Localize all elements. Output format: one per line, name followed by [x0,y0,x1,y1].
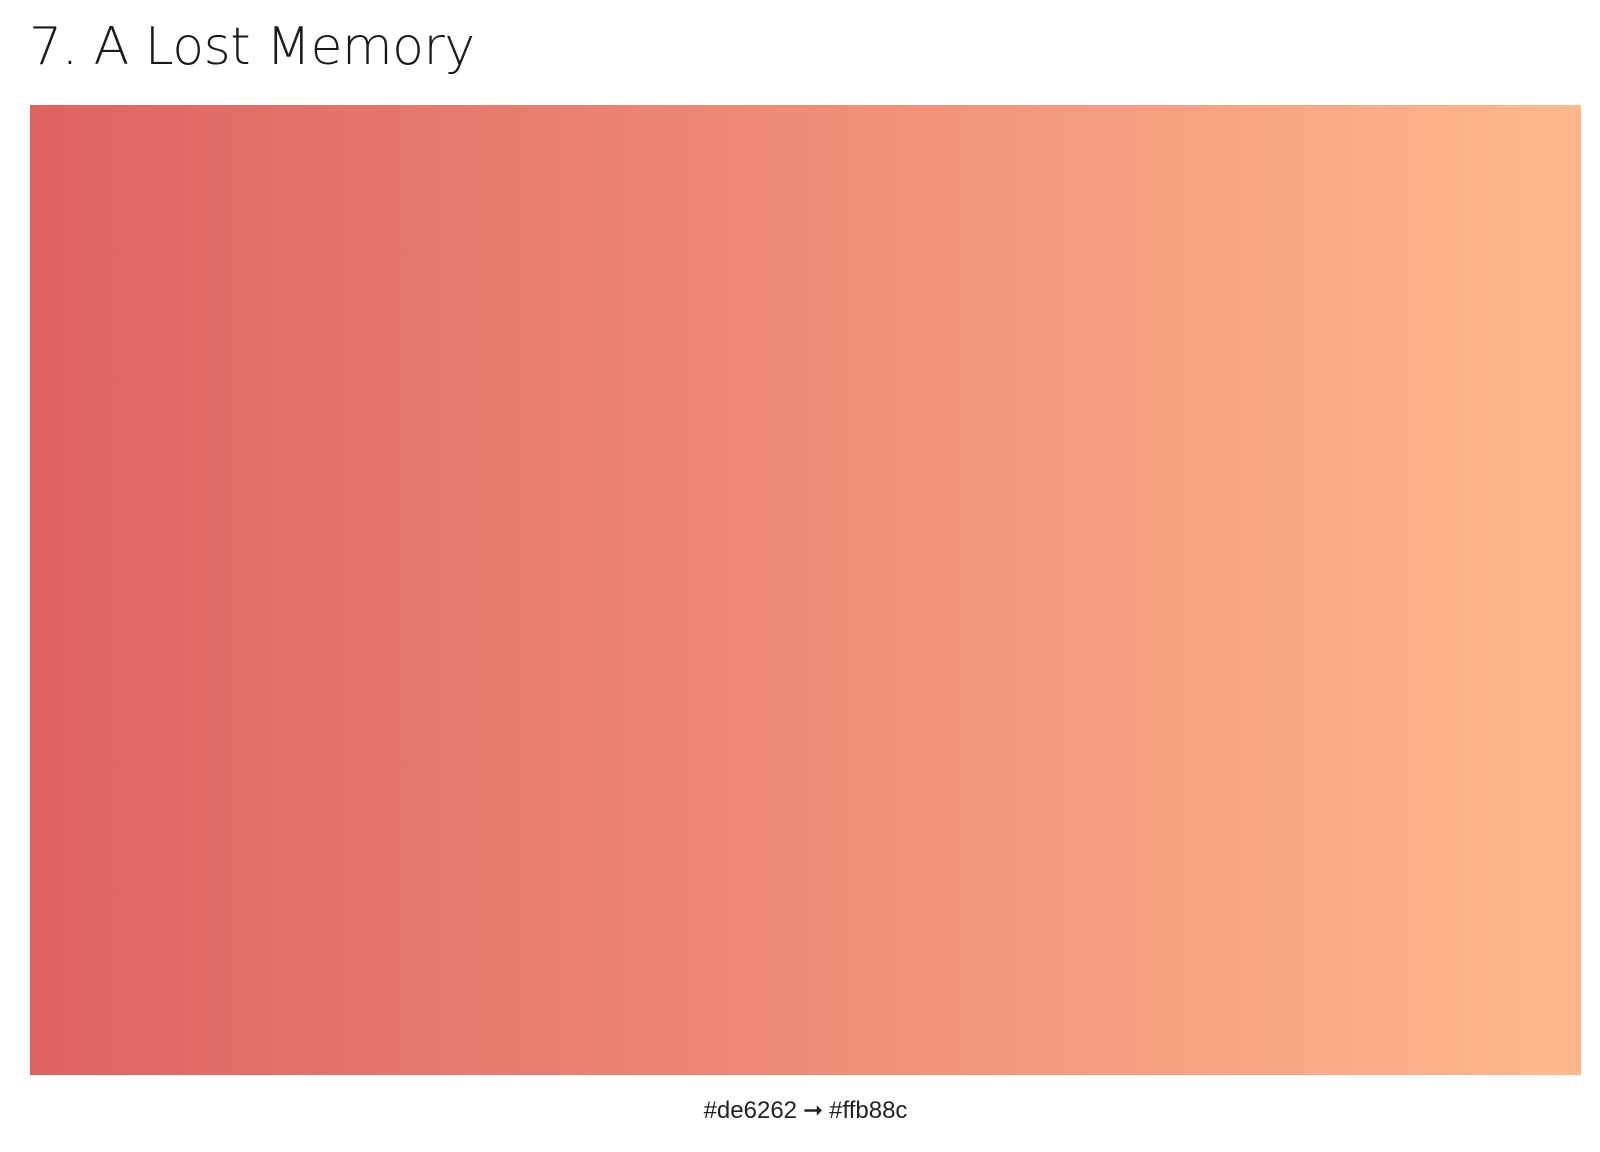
end-color-code: #ffb88c [829,1097,908,1124]
gradient-card: 7. A Lost Memory #de6262 ➞ #ffb88c [0,0,1600,1152]
gradient-caption: #de6262 ➞ #ffb88c [0,1095,1600,1127]
gradient-swatch [30,105,1581,1075]
arrow-right-icon: ➞ [803,1097,824,1124]
gradient-title: 7. A Lost Memory [29,17,475,77]
start-color-code: #de6262 [703,1097,798,1124]
